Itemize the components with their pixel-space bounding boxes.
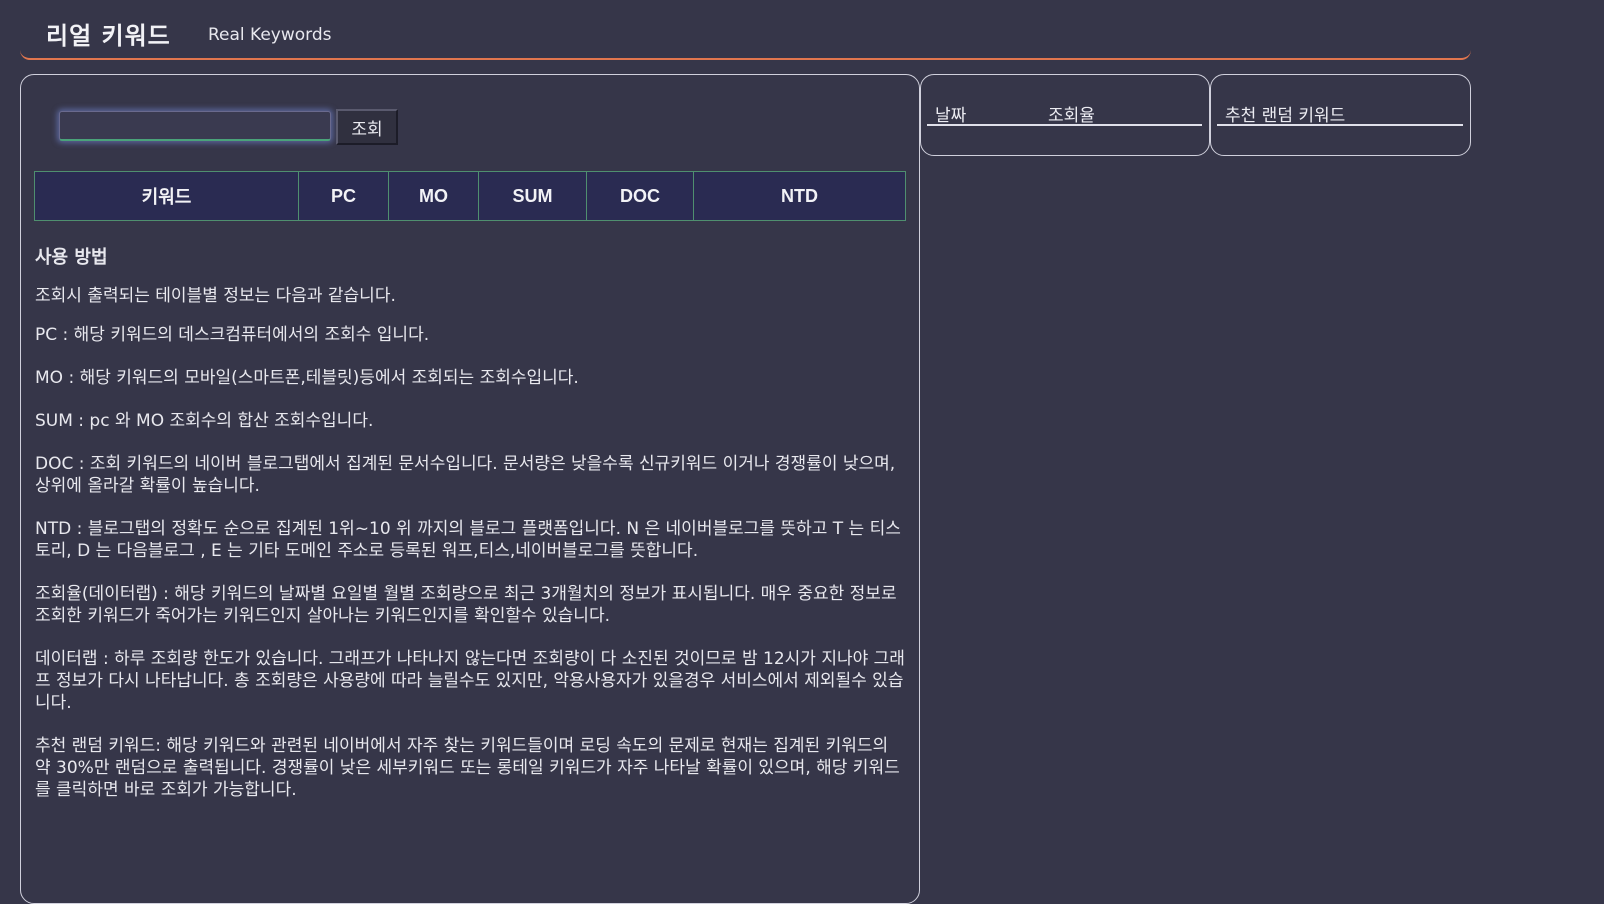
column-header-doc: DOC bbox=[586, 171, 694, 221]
top-header: 리얼 키워드 Real Keywords bbox=[20, 0, 1471, 60]
site-subtitle: Real Keywords bbox=[208, 25, 332, 45]
usage-guide-intro: 조회시 출력되는 테이블별 정보는 다음과 같습니다. bbox=[35, 286, 396, 306]
usage-guide-ntd: NTD : 블로그탭의 정확도 순으로 집계된 1위~10 위 까지의 블로그 … bbox=[35, 519, 901, 561]
keyword-result-table: 키워드 PC MO SUM DOC NTD bbox=[34, 171, 906, 221]
column-header-ntd: NTD bbox=[693, 171, 906, 221]
usage-guide-mo: MO : 해당 키워드의 모바일(스마트폰,테블릿)등에서 조회되는 조회수입니… bbox=[35, 368, 579, 388]
search-rate-header: 날짜 조회율 bbox=[927, 101, 1202, 126]
usage-guide: 사용 방법 조회시 출력되는 테이블별 정보는 다음과 같습니다. PC : 해… bbox=[35, 247, 907, 822]
site-title[interactable]: 리얼 키워드 bbox=[46, 16, 171, 51]
column-header-pc: PC bbox=[298, 171, 389, 221]
table-header-row: 키워드 PC MO SUM DOC NTD bbox=[34, 171, 906, 221]
usage-guide-sum: SUM : pc 와 MO 조회수의 합산 조회수입니다. bbox=[35, 411, 374, 431]
usage-guide-datalab-rate: 조회율(데이터랩) : 해당 키워드의 날짜별 요일별 월별 조회량으로 최근 … bbox=[35, 584, 897, 626]
column-header-mo: MO bbox=[388, 171, 479, 221]
random-keyword-panel: 추천 랜덤 키워드 bbox=[1210, 74, 1471, 156]
random-keyword-header: 추천 랜덤 키워드 bbox=[1217, 101, 1463, 126]
rate-column-label: 조회율 bbox=[1048, 106, 1095, 126]
random-keyword-title: 추천 랜덤 키워드 bbox=[1225, 106, 1346, 126]
search-rate-panel: 날짜 조회율 bbox=[920, 74, 1210, 156]
usage-guide-doc: DOC : 조회 키워드의 네이버 블로그탭에서 집계된 문서수입니다. 문서량… bbox=[35, 454, 896, 496]
main-panel: 조회 키워드 PC MO SUM DOC NTD 사용 방법 조회시 출력되는 … bbox=[20, 74, 920, 904]
usage-guide-pc: PC : 해당 키워드의 데스크컴퓨터에서의 조회수 입니다. bbox=[35, 325, 430, 345]
usage-guide-random-keywords: 추천 랜덤 키워드: 해당 키워드와 관련된 네이버에서 자주 찾는 키워드들이… bbox=[35, 736, 900, 800]
column-header-keyword: 키워드 bbox=[34, 171, 299, 221]
keyword-search-input[interactable] bbox=[59, 111, 331, 141]
date-column-label: 날짜 bbox=[935, 106, 967, 126]
column-header-sum: SUM bbox=[478, 171, 587, 221]
usage-guide-datalab-limit: 데이터랩 : 하루 조회량 한도가 있습니다. 그래프가 나타나지 않는다면 조… bbox=[35, 649, 905, 713]
usage-guide-title: 사용 방법 bbox=[35, 247, 108, 268]
search-button[interactable]: 조회 bbox=[336, 109, 398, 145]
